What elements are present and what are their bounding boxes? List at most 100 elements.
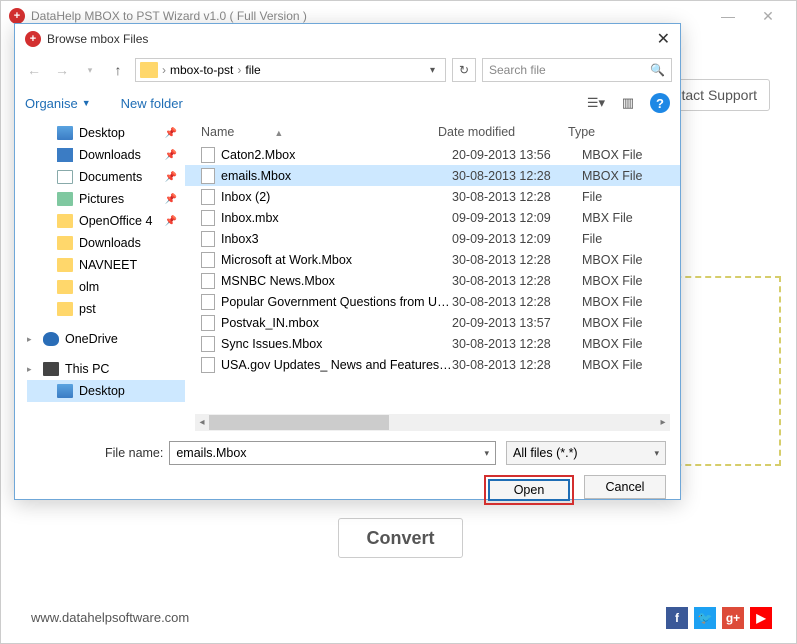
tree-item[interactable]: Pictures📌 [27, 188, 185, 210]
folder-tree[interactable]: Desktop📌Downloads📌Documents📌Pictures📌Ope… [15, 120, 185, 408]
tree-item[interactable]: pst [27, 298, 185, 320]
convert-button[interactable]: Convert [338, 518, 463, 558]
file-icon [201, 189, 215, 205]
file-name: Caton2.Mbox [221, 148, 452, 162]
tree-item[interactable]: Documents 📌 [27, 166, 185, 188]
up-icon[interactable]: ↑ [107, 59, 129, 81]
organise-menu[interactable]: Organise ▼ [25, 96, 91, 111]
file-row[interactable]: Sync Issues.Mbox30-08-2013 12:28MBOX Fil… [185, 333, 680, 354]
cancel-button[interactable]: Cancel [584, 475, 666, 499]
file-icon [201, 252, 215, 268]
preview-pane-icon[interactable]: ▥ [614, 92, 642, 114]
col-name-label[interactable]: Name [201, 125, 234, 139]
googleplus-icon[interactable]: g+ [722, 607, 744, 629]
file-row[interactable]: MSNBC News.Mbox30-08-2013 12:28MBOX File [185, 270, 680, 291]
file-row[interactable]: emails.Mbox30-08-2013 12:28MBOX File [185, 165, 680, 186]
chevron-right-icon: › [162, 63, 166, 77]
filename-label: File name: [105, 446, 163, 460]
pin-icon: 📌 [165, 150, 177, 161]
filename-input[interactable]: emails.Mbox ▾ [169, 441, 496, 465]
folder-type-icon [57, 258, 73, 272]
file-row[interactable]: Caton2.Mbox20-09-2013 13:56MBOX File [185, 144, 680, 165]
help-icon[interactable]: ? [650, 93, 670, 113]
file-icon [201, 210, 215, 226]
dialog-toolbar: Organise ▼ New folder ☰▾ ▥ ? [15, 86, 680, 120]
filetype-value: All files (*.*) [513, 446, 578, 460]
folder-type-icon [57, 192, 73, 206]
col-date[interactable]: Date modified [438, 125, 568, 139]
file-date: 20-09-2013 13:56 [452, 148, 582, 162]
file-row[interactable]: Inbox309-09-2013 12:09File [185, 228, 680, 249]
filetype-select[interactable]: All files (*.*) ▾ [506, 441, 666, 465]
file-type: File [582, 232, 672, 246]
file-name: Inbox3 [221, 232, 452, 246]
refresh-icon[interactable]: ↻ [452, 58, 476, 82]
list-header[interactable]: Name▲ Date modified Type [185, 120, 680, 144]
breadcrumb-seg-1[interactable]: mbox-to-pst [170, 63, 233, 77]
twitter-icon[interactable]: 🐦 [694, 607, 716, 629]
file-row[interactable]: Inbox (2)30-08-2013 12:28File [185, 186, 680, 207]
chevron-down-icon[interactable]: ▾ [484, 448, 489, 459]
expand-icon[interactable]: ▸ [27, 334, 37, 345]
facebook-icon[interactable]: f [666, 607, 688, 629]
scroll-right-icon[interactable]: ▸ [656, 414, 670, 431]
file-row[interactable]: Postvak_IN.mbox20-09-2013 13:57MBOX File [185, 312, 680, 333]
tree-item[interactable]: ▸OneDrive [27, 328, 185, 350]
tree-item[interactable]: OpenOffice 4📌 [27, 210, 185, 232]
filename-value: emails.Mbox [176, 446, 246, 460]
breadcrumb[interactable]: › mbox-to-pst › file ▾ [135, 58, 446, 82]
file-date: 30-08-2013 12:28 [452, 358, 582, 372]
search-input[interactable]: Search file 🔍 [482, 58, 672, 82]
file-dialog: + Browse mbox Files ✕ ← → ▾ ↑ › mbox-to-… [14, 23, 681, 500]
tree-item[interactable]: olm [27, 276, 185, 298]
forward-icon[interactable]: → [51, 59, 73, 81]
file-row[interactable]: Microsoft at Work.Mbox30-08-2013 12:28MB… [185, 249, 680, 270]
tree-item[interactable]: Desktop [27, 380, 185, 402]
tree-item-label: Documents [79, 170, 142, 184]
folder-type-icon [57, 126, 73, 140]
footer-url: www.datahelpsoftware.com [31, 610, 189, 625]
tree-item-label: Downloads [79, 148, 141, 162]
col-name: Name▲ [185, 125, 438, 139]
scroll-thumb[interactable] [209, 415, 389, 430]
file-icon [201, 357, 215, 373]
close-icon[interactable]: ✕ [657, 29, 670, 49]
youtube-icon[interactable]: ▶ [750, 607, 772, 629]
file-row[interactable]: USA.gov Updates_ News and Features.M...3… [185, 354, 680, 375]
tree-item[interactable]: ▸This PC [27, 358, 185, 380]
new-folder-button[interactable]: New folder [121, 96, 183, 111]
pin-icon: 📌 [165, 128, 177, 139]
filename-row: File name: emails.Mbox ▾ All files (*.*)… [15, 431, 680, 471]
col-type[interactable]: Type [568, 125, 658, 139]
tree-item[interactable]: Downloads 📌 [27, 144, 185, 166]
dialog-titlebar: + Browse mbox Files ✕ [15, 24, 680, 54]
main-window: + DataHelp MBOX to PST Wizard v1.0 ( Ful… [0, 0, 797, 644]
file-row[interactable]: Popular Government Questions from US...3… [185, 291, 680, 312]
file-type: MBOX File [582, 148, 672, 162]
file-type: MBOX File [582, 358, 672, 372]
file-type: MBOX File [582, 253, 672, 267]
expand-icon[interactable]: ▸ [27, 364, 37, 375]
open-button[interactable]: Open [488, 479, 570, 501]
tree-item[interactable]: Desktop📌 [27, 122, 185, 144]
folder-type-icon [43, 332, 59, 346]
scroll-left-icon[interactable]: ◂ [195, 414, 209, 431]
tree-item-label: NAVNEET [79, 258, 137, 272]
back-icon[interactable]: ← [23, 59, 45, 81]
minimize-button[interactable]: — [708, 1, 748, 31]
view-list-icon[interactable]: ☰▾ [582, 92, 610, 114]
chevron-down-icon[interactable]: ▾ [424, 65, 441, 76]
file-date: 30-08-2013 12:28 [452, 337, 582, 351]
recent-dd-icon[interactable]: ▾ [79, 59, 101, 81]
horizontal-scrollbar[interactable]: ◂ ▸ [195, 414, 670, 431]
tree-item[interactable]: Downloads [27, 232, 185, 254]
app-icon: + [9, 8, 25, 24]
pin-icon: 📌 [165, 172, 177, 183]
file-date: 30-08-2013 12:28 [452, 295, 582, 309]
folder-type-icon [43, 362, 59, 376]
breadcrumb-seg-2[interactable]: file [245, 63, 260, 77]
close-main-button[interactable]: ✕ [748, 1, 788, 31]
file-row[interactable]: Inbox.mbx09-09-2013 12:09MBX File [185, 207, 680, 228]
main-title: DataHelp MBOX to PST Wizard v1.0 ( Full … [31, 9, 307, 23]
tree-item[interactable]: NAVNEET [27, 254, 185, 276]
